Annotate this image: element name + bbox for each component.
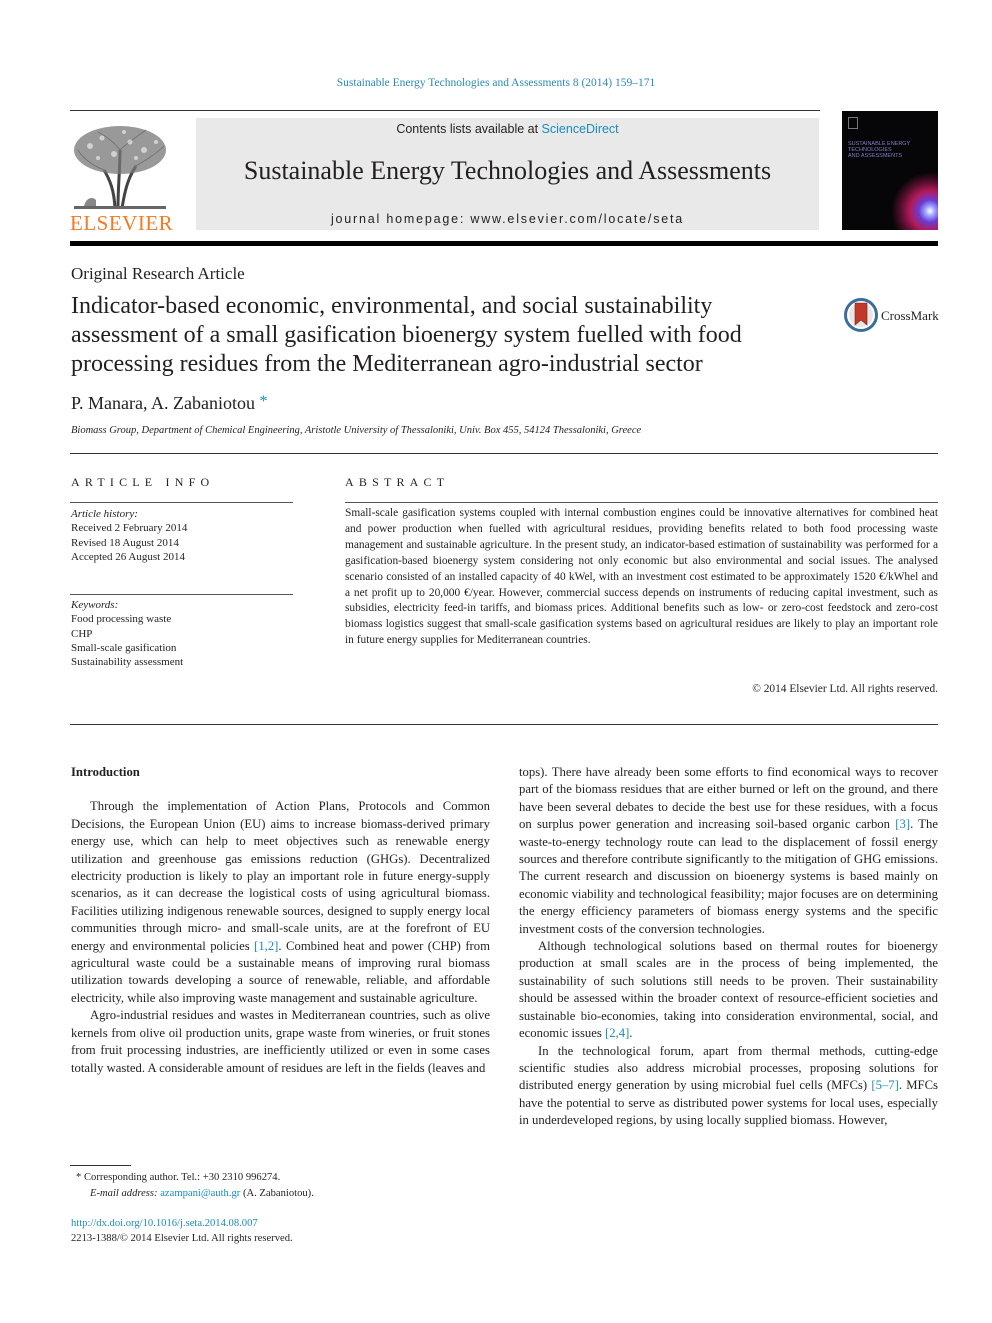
article-type: Original Research Article: [71, 264, 245, 283]
keyword-item: Food processing waste: [71, 613, 172, 626]
doi-link[interactable]: http://dx.doi.org/10.1016/j.seta.2014.08…: [71, 1216, 293, 1231]
author-list: P. Manara, A. Zabaniotou *: [71, 393, 267, 414]
email-label: E-mail address:: [90, 1188, 161, 1199]
footnote-corresponding-text: Corresponding author. Tel.: +30 2310 996…: [83, 1172, 281, 1183]
body-paragraph: Although technological solutions based o…: [519, 938, 938, 1042]
sciencedirect-link[interactable]: ScienceDirect: [542, 122, 619, 136]
cover-publisher-icon: [848, 117, 858, 129]
crossmark-button[interactable]: CrossMark: [844, 298, 940, 334]
doi-block: http://dx.doi.org/10.1016/j.seta.2014.08…: [71, 1216, 293, 1246]
paragraph-text: Through the implementation of Action Pla…: [71, 799, 490, 953]
section-heading-introduction: Introduction: [71, 765, 140, 779]
keywords-label: Keywords:: [71, 599, 119, 611]
running-head-citation[interactable]: Sustainable Energy Technologies and Asse…: [0, 77, 992, 89]
email-suffix: (A. Zabaniotou).: [240, 1188, 314, 1199]
keyword-item: Sustainability assessment: [71, 656, 184, 669]
body-column-left: Introduction Through the implementation …: [71, 764, 490, 1077]
crossmark-label: CrossMark: [881, 308, 939, 323]
contents-available-line: Contents lists available at ScienceDirec…: [196, 122, 819, 136]
keywords-list: Keywords: Food processing waste CHP Smal…: [71, 598, 183, 669]
body-paragraph: Through the implementation of Action Pla…: [71, 798, 490, 1007]
issn-copyright: 2213-1388/© 2014 Elsevier Ltd. All right…: [71, 1233, 293, 1244]
article-title: Indicator-based economic, environmental,…: [71, 293, 742, 377]
elsevier-wordmark: ELSEVIER: [70, 211, 174, 235]
paragraph-text: . The waste-to-energy technology route c…: [519, 817, 939, 936]
masthead-thick-rule: [70, 241, 938, 246]
journal-cover-thumbnail[interactable]: SUSTAINABLE ENERGY TECHNOLOGIES AND ASSE…: [842, 111, 938, 230]
footnote-marker: *: [76, 1172, 82, 1183]
citation-link[interactable]: [2,4]: [605, 1026, 629, 1040]
journal-title: Sustainable Energy Technologies and Asse…: [243, 156, 772, 185]
corresponding-author-footnote: * Corresponding author. Tel.: +30 2310 9…: [76, 1170, 314, 1186]
corresponding-author-marker[interactable]: *: [259, 393, 267, 410]
author-affiliation: Biomass Group, Department of Chemical En…: [71, 425, 642, 436]
email-link[interactable]: azampani@auth.gr: [160, 1188, 240, 1199]
footnotes: * Corresponding author. Tel.: +30 2310 9…: [76, 1170, 314, 1202]
article-info-heading: ARTICLE INFO: [71, 475, 215, 489]
abstract-text: Small-scale gasification systems coupled…: [345, 507, 938, 647]
history-revised: Revised 18 August 2014: [71, 536, 179, 549]
history-accepted: Accepted 26 August 2014: [71, 550, 185, 563]
abstract-copyright: © 2014 Elsevier Ltd. All rights reserved…: [752, 683, 938, 695]
header-rule: [70, 110, 820, 111]
footnote-rule: [70, 1165, 131, 1166]
article-history-label: Article history:: [71, 508, 138, 520]
body-paragraph: Agro-industrial residues and wastes in M…: [71, 1008, 490, 1075]
citation-link[interactable]: [1,2]: [254, 939, 278, 953]
abstract-rule: [345, 502, 938, 503]
paragraph-text: tops). There have already been some effo…: [519, 765, 938, 832]
body-paragraph: In the technological forum, apart from t…: [519, 1043, 938, 1130]
body-paragraph: tops). There have already been some effo…: [519, 764, 938, 938]
body-column-right: tops). There have already been some effo…: [519, 764, 938, 1130]
contents-prefix: Contents lists available at: [396, 122, 542, 136]
cover-art-swirl: [886, 167, 938, 230]
abstract-heading: ABSTRACT: [345, 475, 450, 489]
email-footnote: E-mail address: azampani@auth.gr (A. Zab…: [76, 1186, 314, 1202]
journal-masthead: Contents lists available at ScienceDirec…: [196, 118, 819, 230]
crossmark-icon: [844, 298, 878, 332]
divider-rule: [70, 724, 938, 725]
divider-rule: [70, 453, 938, 454]
keyword-item: Small-scale gasification: [71, 641, 177, 654]
keyword-item: CHP: [71, 627, 93, 640]
citation-link[interactable]: [5–7]: [871, 1078, 898, 1092]
cover-title: SUSTAINABLE ENERGY TECHNOLOGIES AND ASSE…: [848, 141, 910, 159]
paragraph-text: .: [629, 1026, 633, 1041]
authors-text: P. Manara, A. Zabaniotou: [71, 393, 255, 413]
journal-homepage-link[interactable]: journal homepage: www.elsevier.com/locat…: [196, 212, 819, 226]
keywords-rule: [70, 594, 293, 595]
history-received: Received 2 February 2014: [71, 522, 188, 535]
paragraph-text: Although technological solutions based o…: [519, 939, 938, 1041]
cover-title-line: AND ASSESSMENTS: [848, 153, 903, 159]
article-info-rule: [70, 502, 293, 503]
article-history: Article history: Received 2 February 201…: [71, 507, 187, 564]
citation-link[interactable]: [3]: [895, 817, 910, 831]
